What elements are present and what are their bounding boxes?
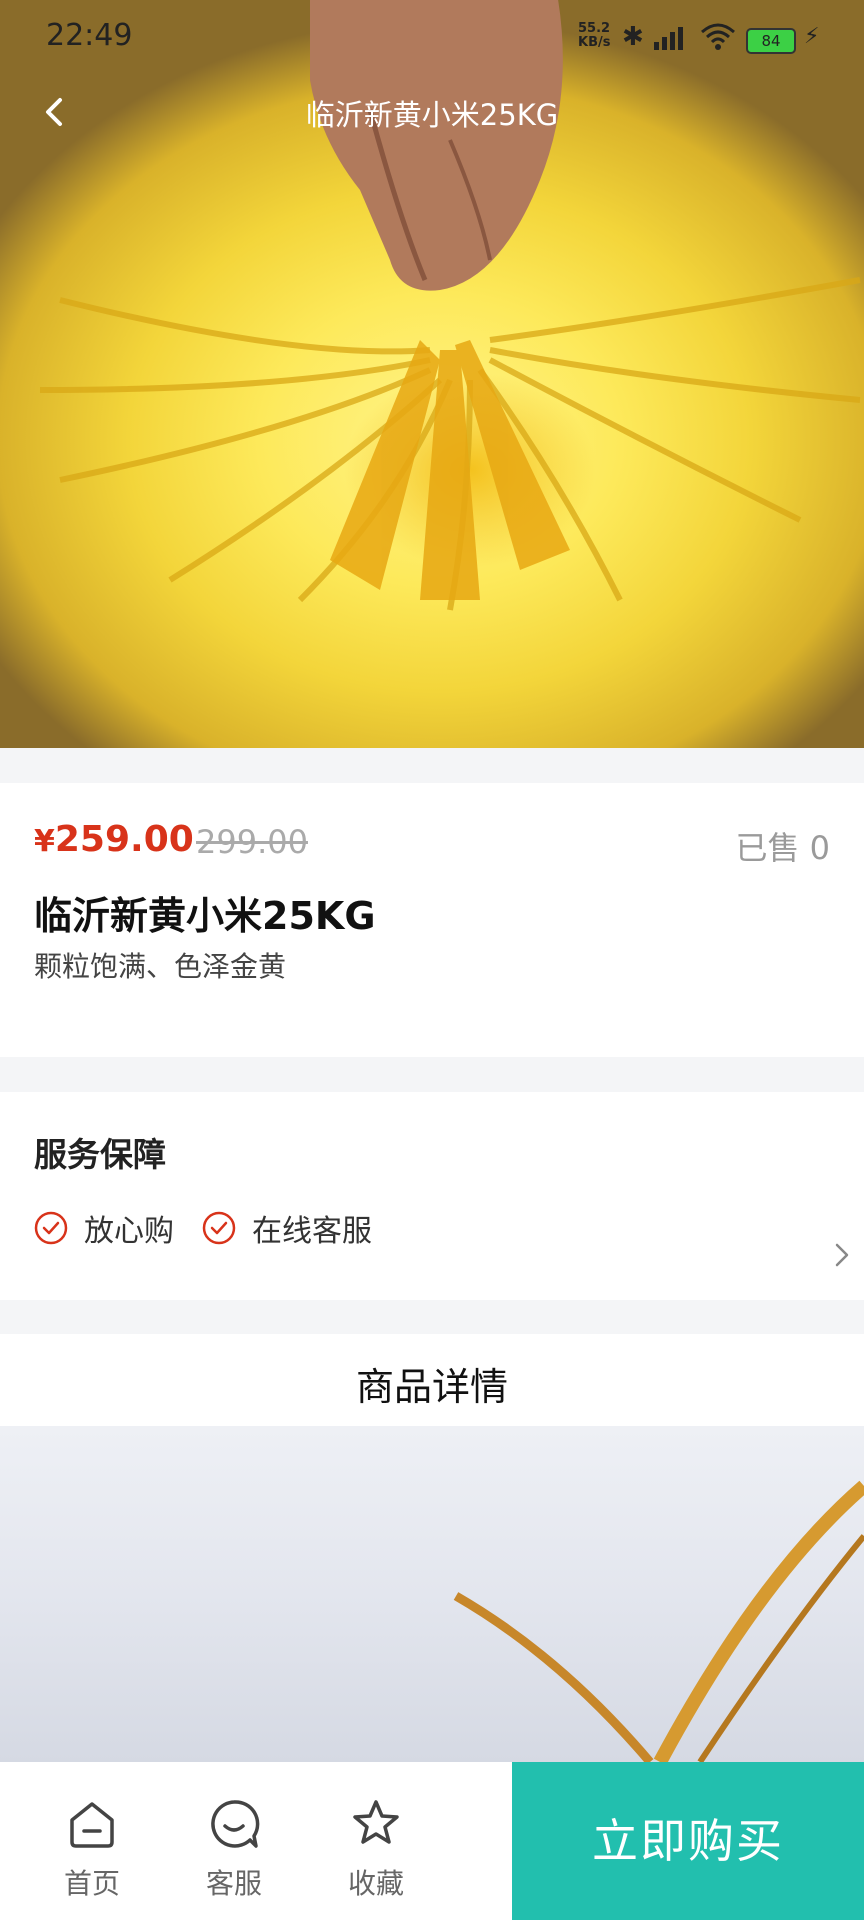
currency-symbol: ¥ [34, 824, 55, 859]
service-item-label: 在线客服 [252, 1214, 372, 1249]
page-title: 临沂新黄小米25KG [305, 98, 559, 132]
tab-favorite[interactable]: 收藏 [316, 1762, 436, 1920]
bottom-action-bar: 首页 客服 收藏 立即购买 [0, 1762, 864, 1920]
product-subtitle: 颗粒饱满、色泽金黄 [34, 950, 287, 983]
status-time: 22:49 [46, 18, 133, 53]
network-speed-unit: KB/s [578, 35, 611, 50]
buy-now-button[interactable]: 立即购买 [512, 1762, 864, 1920]
chevron-right-icon[interactable] [830, 1240, 854, 1270]
signal-icon [654, 27, 683, 50]
check-circle-icon [202, 1211, 236, 1245]
price-value: 259.00 [54, 819, 194, 860]
star-icon [353, 1800, 399, 1844]
tab-home[interactable]: 首页 [32, 1762, 152, 1920]
product-detail-title: 商品详情 [355, 1365, 508, 1409]
charging-icon: ⚡ [804, 24, 820, 49]
network-speed-value: 55.2 [578, 21, 611, 36]
product-title: 临沂新黄小米25KG [34, 894, 376, 938]
current-price: ¥259.00 [34, 819, 194, 860]
tab-home-label: 首页 [63, 1867, 120, 1900]
home-icon [70, 1802, 114, 1848]
network-speed: 55.2 KB/s [578, 22, 610, 50]
tab-favorite-label: 收藏 [347, 1867, 404, 1900]
product-detail-header: 商品详情 [0, 1334, 864, 1426]
service-item: 在线客服 [202, 1208, 372, 1249]
customer-service-icon [211, 1800, 260, 1848]
service-item: 放心购 [34, 1208, 174, 1249]
status-bar: 22:49 55.2 KB/s ✱ 84 ⚡ [0, 0, 864, 76]
original-price: 299.00 [196, 823, 308, 861]
tab-customer-service[interactable]: 客服 [174, 1762, 294, 1920]
wifi-icon [701, 23, 735, 50]
tab-customer-service-label: 客服 [205, 1867, 262, 1900]
bluetooth-icon: ✱ [622, 22, 644, 52]
product-info-card: ¥259.00 299.00 已售 0 临沂新黄小米25KG 颗粒饱满、色泽金黄 [0, 783, 864, 1057]
sold-count: 已售 0 [735, 829, 830, 867]
wheat-stalk-image [453, 1480, 864, 1762]
product-detail-image [0, 1426, 864, 1762]
battery-icon: 84 [746, 28, 796, 54]
service-title: 服务保障 [34, 1135, 166, 1174]
check-circle-icon [34, 1211, 68, 1245]
service-guarantee-section[interactable]: 服务保障 放心购 在线客服 [0, 1092, 864, 1300]
service-item-label: 放心购 [84, 1214, 174, 1249]
